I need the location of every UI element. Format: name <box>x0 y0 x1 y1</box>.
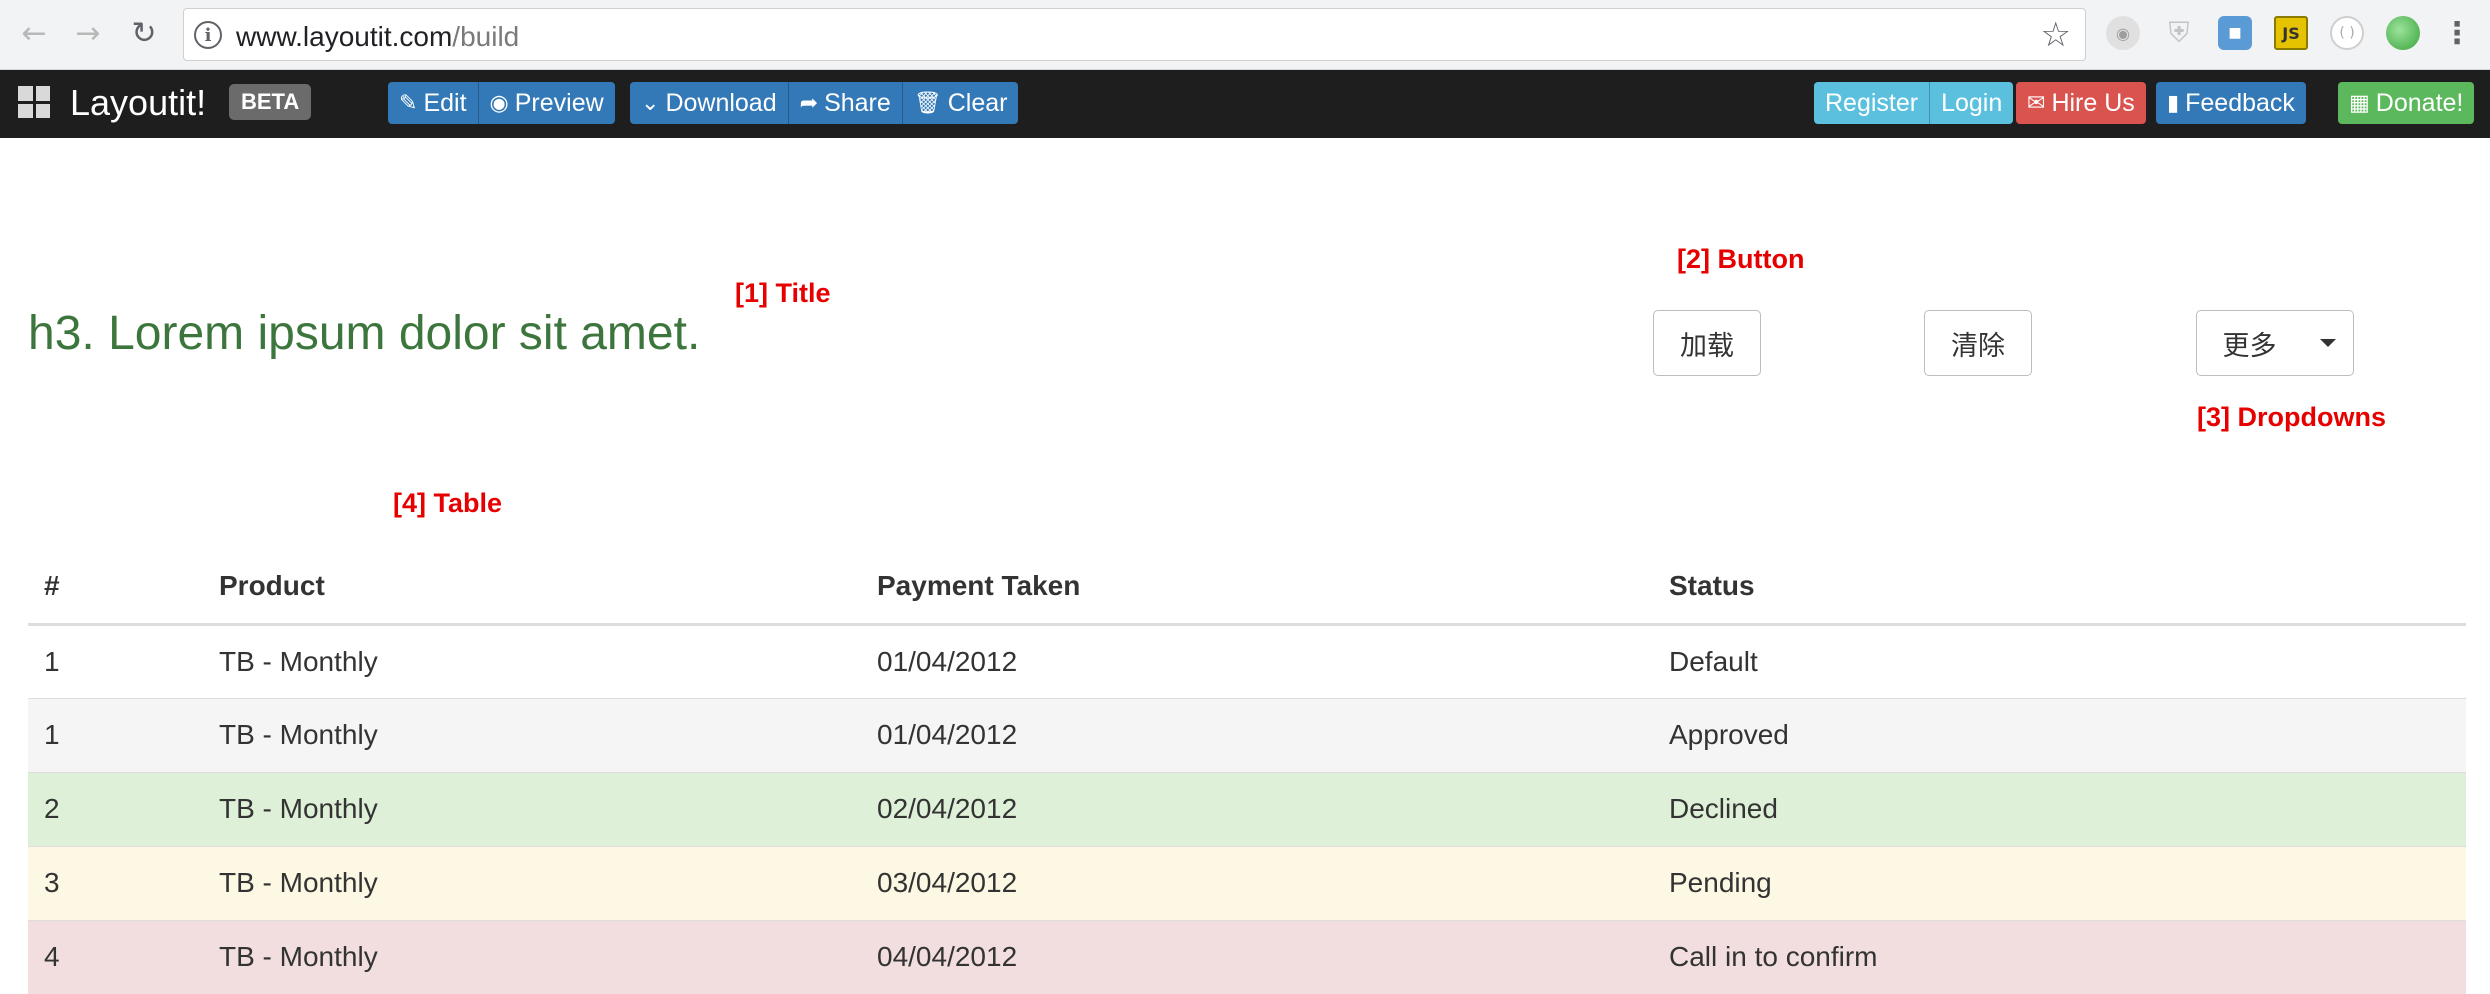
annotation-table: [4] Table <box>391 488 505 519</box>
cell-status: Pending <box>1653 845 2466 920</box>
annotation-dropdowns: [3] Dropdowns <box>2195 402 2388 433</box>
share-icon: ➦ <box>799 90 819 116</box>
extension-circle-icon[interactable]: ( ) <box>2330 16 2364 50</box>
cell-payment: 04/04/2012 <box>861 919 1653 994</box>
preview-button[interactable]: ◉ Preview <box>478 82 615 124</box>
hire-us-button[interactable]: ✉ Hire Us <box>2016 82 2146 124</box>
logo-grid-icon <box>18 86 50 118</box>
browser-toolbar: ← → ↻ i www.layoutit.com/build ☆ ◉ ⛨ ■ J… <box>0 0 2490 70</box>
bookmark-star-icon[interactable]: ☆ <box>2041 15 2071 55</box>
edit-button[interactable]: ✎ Edit <box>388 82 479 124</box>
edit-label: Edit <box>423 88 467 117</box>
column-header-status: Status <box>1653 550 2466 626</box>
extension-green-icon[interactable] <box>2386 16 2420 50</box>
account-group: Register Login <box>1814 82 2014 124</box>
annotation-title: [1] Title <box>733 278 833 309</box>
table-row: 1 TB - Monthly 01/04/2012 Approved <box>28 697 2466 772</box>
edit-icon: ✎ <box>399 90 418 116</box>
feedback-label: Feedback <box>2185 88 2295 117</box>
clear-content-button[interactable]: 清除 <box>1924 310 2032 376</box>
app-navbar: Layoutit! BETA ✎ Edit ◉ Preview ⌄ Download … <box>0 70 2490 138</box>
cell-num: 1 <box>28 623 203 698</box>
page-title: h3. Lorem ipsum dolor sit amet. <box>28 307 701 360</box>
table-header-row: # Product Payment Taken Status <box>28 550 2466 626</box>
download-button[interactable]: ⌄ Download <box>630 82 789 124</box>
cell-product: TB - Monthly <box>203 771 861 846</box>
register-button[interactable]: Register <box>1814 82 1931 124</box>
cell-product: TB - Monthly <box>203 697 861 772</box>
extension-shield-icon[interactable]: ⛨ <box>2162 16 2196 50</box>
table-row: 2 TB - Monthly 02/04/2012 Declined <box>28 771 2466 846</box>
envelope-icon: ✉ <box>2027 90 2046 116</box>
more-dropdown-toggle[interactable] <box>2302 310 2354 376</box>
view-mode-group: ✎ Edit ◉ Preview <box>388 82 615 124</box>
extension-box-icon[interactable]: ■ <box>2218 16 2252 50</box>
feedback-button[interactable]: ▮ Feedback <box>2156 82 2306 124</box>
share-label: Share <box>824 88 891 117</box>
cell-num: 2 <box>28 771 203 846</box>
column-header-payment: Payment Taken <box>861 550 1653 626</box>
annotation-button: [2] Button <box>1675 244 1807 275</box>
download-label: Download <box>665 88 777 117</box>
extension-js-icon[interactable]: JS <box>2274 16 2308 50</box>
clear-label: Clear <box>947 88 1008 117</box>
comment-icon: ▮ <box>2167 90 2180 116</box>
table-row: 1 TB - Monthly 01/04/2012 Default <box>28 623 2466 698</box>
column-header-product: Product <box>203 550 861 626</box>
cell-status: Default <box>1653 623 2466 698</box>
cell-payment: 03/04/2012 <box>861 845 1653 920</box>
url-text[interactable]: www.layoutit.com/build <box>236 21 519 53</box>
cell-product: TB - Monthly <box>203 919 861 994</box>
share-button[interactable]: ➦ Share <box>788 82 903 124</box>
feedback-group: ▮ Feedback <box>2156 82 2306 124</box>
table-row: 4 TB - Monthly 04/04/2012 Call in to con… <box>28 919 2466 994</box>
cell-status: Approved <box>1653 697 2466 772</box>
caret-down-icon <box>2319 339 2336 347</box>
login-button[interactable]: Login <box>1930 82 2014 124</box>
chevron-down-icon: ⌄ <box>641 90 660 116</box>
cell-status: Call in to confirm <box>1653 919 2466 994</box>
cell-payment: 01/04/2012 <box>861 697 1653 772</box>
cell-status: Declined <box>1653 771 2466 846</box>
payments-table: # Product Payment Taken Status 1 TB - Mo… <box>28 550 2466 994</box>
reload-icon[interactable]: ↻ <box>124 13 164 53</box>
address-bar[interactable]: i www.layoutit.com/build ☆ <box>183 8 2086 61</box>
brand-title[interactable]: Layoutit! <box>70 82 206 124</box>
hire-us-group: ✉ Hire Us <box>2016 82 2146 124</box>
browser-menu-icon[interactable]: ⋮ <box>2440 16 2474 51</box>
file-actions-group: ⌄ Download ➦ Share 🗑 Clear <box>630 82 1019 124</box>
column-header-num: # <box>28 550 203 626</box>
donate-label: Donate! <box>2375 88 2464 117</box>
extension-globe-icon[interactable]: ◉ <box>2106 16 2140 50</box>
more-dropdown-button[interactable]: 更多 <box>2196 310 2303 376</box>
cell-product: TB - Monthly <box>203 845 861 920</box>
clear-button[interactable]: 🗑 Clear <box>902 82 1019 124</box>
cell-num: 3 <box>28 845 203 920</box>
site-info-icon[interactable]: i <box>194 21 222 49</box>
cell-num: 1 <box>28 697 203 772</box>
forward-icon[interactable]: → <box>68 13 108 53</box>
gift-icon: ▦ <box>2349 90 2370 116</box>
donate-group: ▦ Donate! <box>2338 82 2475 124</box>
load-button[interactable]: 加载 <box>1653 310 1761 376</box>
cell-product: TB - Monthly <box>203 623 861 698</box>
beta-badge: BETA <box>229 84 312 120</box>
cell-num: 4 <box>28 919 203 994</box>
donate-button[interactable]: ▦ Donate! <box>2338 82 2475 124</box>
preview-label: Preview <box>514 88 604 117</box>
table-row: 3 TB - Monthly 03/04/2012 Pending <box>28 845 2466 920</box>
hire-us-label: Hire Us <box>2051 88 2135 117</box>
cell-payment: 02/04/2012 <box>861 771 1653 846</box>
cell-payment: 01/04/2012 <box>861 623 1653 698</box>
trash-icon: 🗑 <box>913 90 942 116</box>
eye-icon: ◉ <box>489 90 509 116</box>
back-icon[interactable]: ← <box>14 13 54 53</box>
